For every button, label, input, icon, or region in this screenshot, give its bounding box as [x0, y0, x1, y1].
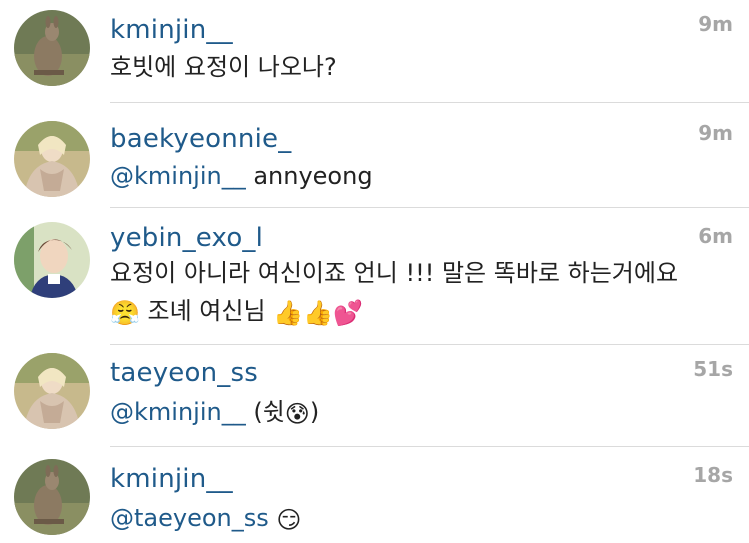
smirking-face-emoji-icon: 😏 — [276, 506, 302, 534]
angry-face-emoji-icon: 😤 — [110, 299, 140, 327]
thumbs-up-emoji-icon: 👍 — [273, 299, 304, 327]
comment-body: (쉿 — [245, 398, 285, 426]
comment-item: baekyeonnie_ 9m @kminjin__ annyeong — [0, 103, 749, 207]
kangaroo-photo-icon — [14, 10, 90, 86]
woman-with-scarf-photo-icon — [14, 353, 90, 429]
comment-text-line-1: 요정이 아니라 여신이죠 언니 !!! 말은 똑바로 하는거에요 — [110, 259, 679, 287]
two-hearts-emoji-icon: 💕 — [332, 299, 363, 327]
anxious-face-emoji-icon: 😰 — [284, 400, 310, 428]
comment-text-line-2: 😤 조녜 여신님 👍👍💕 — [110, 292, 732, 330]
avatar[interactable] — [14, 222, 90, 298]
mention-link[interactable]: @kminjin__ — [110, 398, 246, 426]
comment-text: @taeyeon_ss 😏 — [110, 499, 732, 537]
timestamp: 9m — [698, 12, 733, 36]
timestamp: 51s — [693, 357, 733, 381]
comment-item: yebin_exo_l 6m 요정이 아니라 여신이죠 언니 !!! 말은 똑바… — [0, 208, 749, 344]
timestamp: 6m — [698, 224, 733, 248]
timestamp: 18s — [693, 463, 733, 487]
mention-link[interactable]: @kminjin__ — [110, 162, 246, 190]
woman-with-scarf-photo-icon — [14, 121, 90, 197]
comment-text: @kminjin__ (쉿😰) — [110, 393, 732, 431]
thumbs-up-emoji-icon: 👍 — [303, 299, 333, 327]
username[interactable]: kminjin__ — [110, 463, 233, 495]
timestamp: 9m — [698, 121, 733, 145]
comment-item: kminjin__ 18s @taeyeon_ss 😏 — [0, 447, 749, 543]
username[interactable]: yebin_exo_l — [110, 222, 263, 254]
avatar[interactable] — [14, 10, 90, 86]
mention-link[interactable]: @taeyeon_ss — [110, 504, 269, 532]
username[interactable]: kminjin__ — [110, 14, 233, 46]
avatar[interactable] — [14, 353, 90, 429]
comment-body-close: ) — [309, 398, 320, 426]
comment-body: 조녜 여신님 — [139, 297, 274, 325]
avatar[interactable] — [14, 121, 90, 197]
kangaroo-photo-icon — [14, 459, 90, 535]
comment-text: 호빗에 요정이 나오나? — [110, 53, 337, 81]
young-man-photo-icon — [14, 222, 90, 298]
username[interactable]: taeyeon_ss — [110, 357, 258, 389]
username[interactable]: baekyeonnie_ — [110, 123, 291, 155]
comment-body: annyeong — [245, 162, 373, 190]
comments-list: kminjin__ 9m 호빗에 요정이 나오나? baekyeonnie_ 9… — [0, 0, 749, 543]
comment-text: @kminjin__ annyeong — [110, 157, 732, 195]
comment-item: taeyeon_ss 51s @kminjin__ (쉿😰) — [0, 345, 749, 446]
comment-item: kminjin__ 9m 호빗에 요정이 나오나? — [0, 0, 749, 102]
avatar[interactable] — [14, 459, 90, 535]
